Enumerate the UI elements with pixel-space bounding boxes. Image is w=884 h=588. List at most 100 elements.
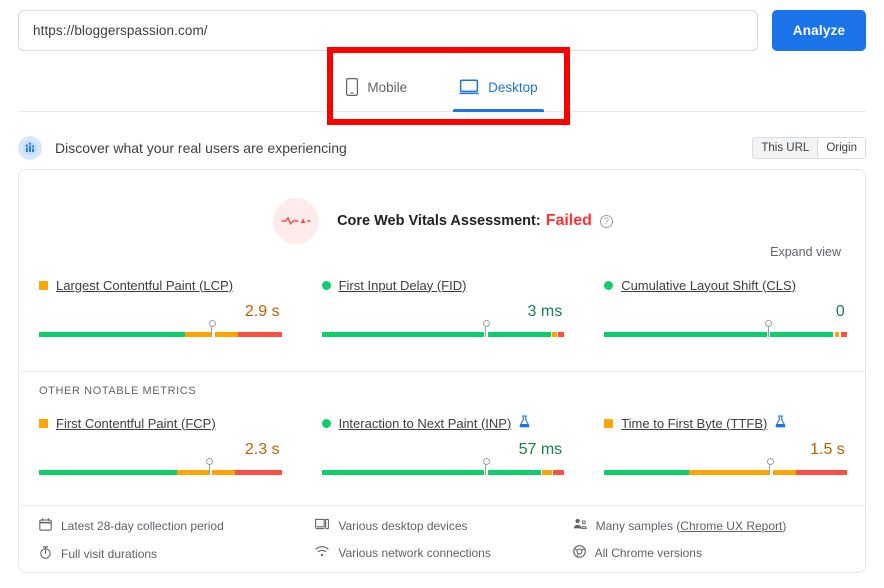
green-circle-icon	[321, 280, 331, 290]
field-data-icon	[18, 136, 42, 160]
analyze-button[interactable]: Analyze	[772, 10, 866, 51]
metric-fid: First Input Delay (FID) 3 ms	[302, 276, 585, 344]
metric-fid-label[interactable]: First Input Delay (FID)	[339, 278, 467, 293]
desktop-icon	[459, 79, 479, 95]
meta-devices: Various desktop devices	[315, 518, 572, 533]
metric-inp-label[interactable]: Interaction to Next Paint (INP)	[339, 416, 512, 431]
discover-heading: Discover what your real users are experi…	[55, 140, 347, 156]
amber-square-icon	[39, 280, 48, 290]
metric-fcp-label[interactable]: First Contentful Paint (FCP)	[56, 416, 216, 431]
metric-fid-bar	[321, 320, 565, 344]
calendar-icon	[39, 518, 52, 534]
metric-lcp-marker	[208, 320, 216, 337]
meta-column-1: Latest 28-day collection period Full vis…	[39, 518, 315, 562]
device-tabs-bar: Mobile Desktop	[0, 62, 884, 112]
metric-ttfb-label[interactable]: Time to First Byte (TTFB)	[621, 416, 767, 431]
pulse-icon	[273, 198, 320, 244]
meta-network-text: Various network connections	[338, 545, 491, 560]
scope-this-url-button[interactable]: This URL	[753, 138, 818, 158]
pagespeed-insights-report: https://bloggerspassion.com/ Analyze Mob…	[0, 0, 884, 588]
other-metrics-label: OTHER NOTABLE METRICS	[39, 385, 197, 397]
url-input[interactable]: https://bloggerspassion.com/	[18, 10, 758, 51]
metric-ttfb: Time to First Byte (TTFB) 1.5 s	[584, 414, 867, 482]
expand-view-link[interactable]: Expand view	[770, 245, 841, 259]
metric-fcp-bar	[39, 458, 282, 482]
metric-cls: Cumulative Layout Shift (CLS) 0	[584, 276, 867, 344]
metric-fcp-marker	[206, 458, 214, 475]
amber-square-icon	[604, 418, 614, 428]
meta-network: Various network connections	[315, 545, 572, 560]
field-data-card: Core Web Vitals Assessment: Failed ? Exp…	[18, 169, 867, 573]
tab-mobile[interactable]: Mobile	[336, 62, 417, 112]
metric-lcp-label[interactable]: Largest Contentful Paint (LCP)	[56, 278, 233, 293]
metric-inp-bar	[321, 458, 565, 482]
stopwatch-icon	[39, 546, 52, 562]
tab-desktop[interactable]: Desktop	[449, 62, 548, 112]
search-row: https://bloggerspassion.com/ Analyze	[18, 10, 866, 51]
meta-collection-period-text: Latest 28-day collection period	[61, 519, 224, 533]
metric-fid-head: First Input Delay (FID)	[321, 276, 565, 294]
other-metrics-row: First Contentful Paint (FCP) 2.3 s Inter…	[19, 414, 867, 482]
metric-fid-marker	[482, 320, 490, 337]
metric-lcp-value: 2.9 s	[244, 303, 280, 320]
meta-samples-prefix: Many samples (	[595, 518, 681, 533]
metric-lcp-head: Largest Contentful Paint (LCP)	[39, 276, 282, 294]
core-metrics-row: Largest Contentful Paint (LCP) 2.9 s Fir…	[19, 276, 867, 344]
assessment-result: Failed	[545, 212, 592, 229]
metric-ttfb-value: 1.5 s	[810, 441, 845, 458]
wifi-icon	[315, 545, 329, 560]
chrome-ux-report-link[interactable]: Chrome UX Report	[680, 519, 782, 533]
collection-metadata: Latest 28-day collection period Full vis…	[19, 518, 867, 562]
metric-inp-value: 57 ms	[518, 441, 563, 458]
meta-chrome-versions-text: All Chrome versions	[594, 546, 702, 560]
tab-desktop-label: Desktop	[488, 79, 538, 95]
meta-devices-text: Various desktop devices	[338, 518, 468, 533]
flask-icon	[775, 415, 786, 431]
meta-visit-durations: Full visit durations	[39, 546, 315, 562]
discover-row: Discover what your real users are experi…	[18, 133, 866, 163]
metric-cls-head: Cumulative Layout Shift (CLS)	[604, 276, 847, 294]
metric-fid-value: 3 ms	[527, 303, 563, 320]
meta-samples: Many samples (Chrome UX Report)	[573, 518, 847, 533]
metric-fcp: First Contentful Paint (FCP) 2.3 s	[19, 414, 302, 482]
meta-column-3: Many samples (Chrome UX Report) All Chro…	[572, 518, 847, 562]
metric-inp: Interaction to Next Paint (INP) 57 ms	[302, 414, 585, 482]
meta-samples-text: Many samples (Chrome UX Report)	[596, 519, 787, 533]
metric-cls-bar	[604, 320, 847, 344]
metric-fcp-value: 2.3 s	[244, 441, 280, 458]
metric-cls-value: 0	[835, 303, 845, 320]
footer-divider	[19, 505, 867, 506]
metric-lcp-bar	[39, 320, 282, 344]
metric-ttfb-marker	[766, 458, 774, 475]
metric-fcp-head: First Contentful Paint (FCP)	[39, 414, 282, 432]
device-tabs: Mobile Desktop	[0, 62, 884, 112]
green-circle-icon	[604, 280, 614, 290]
desktop-device-icon	[315, 518, 330, 533]
metric-ttfb-bar	[604, 458, 847, 482]
flask-icon	[519, 415, 530, 431]
help-icon[interactable]: ?	[599, 214, 613, 228]
meta-chrome-versions: All Chrome versions	[572, 545, 847, 561]
samples-icon	[573, 518, 587, 533]
metric-inp-marker	[482, 458, 490, 475]
scope-origin-button[interactable]: Origin	[818, 138, 865, 158]
green-circle-icon	[321, 418, 331, 428]
metric-ttfb-head: Time to First Byte (TTFB)	[604, 414, 847, 432]
metric-cls-marker	[765, 320, 773, 337]
tab-mobile-label: Mobile	[367, 79, 408, 95]
url-input-value: https://bloggerspassion.com/	[33, 23, 208, 38]
scope-toggle: This URL Origin	[752, 137, 866, 159]
mobile-icon	[346, 78, 359, 96]
meta-samples-suffix: )	[782, 518, 787, 533]
chrome-icon	[572, 545, 586, 561]
core-web-vitals-assessment: Core Web Vitals Assessment: Failed ?	[19, 198, 867, 244]
metric-inp-head: Interaction to Next Paint (INP)	[321, 414, 565, 432]
assessment-label: Core Web Vitals Assessment:	[337, 213, 541, 229]
section-divider	[19, 371, 867, 372]
metric-lcp: Largest Contentful Paint (LCP) 2.9 s	[19, 276, 302, 344]
meta-column-2: Various desktop devices Various network …	[315, 518, 572, 562]
meta-visit-durations-text: Full visit durations	[61, 547, 158, 561]
metric-cls-label[interactable]: Cumulative Layout Shift (CLS)	[621, 278, 796, 293]
meta-collection-period: Latest 28-day collection period	[39, 518, 315, 534]
amber-square-icon	[39, 418, 48, 428]
